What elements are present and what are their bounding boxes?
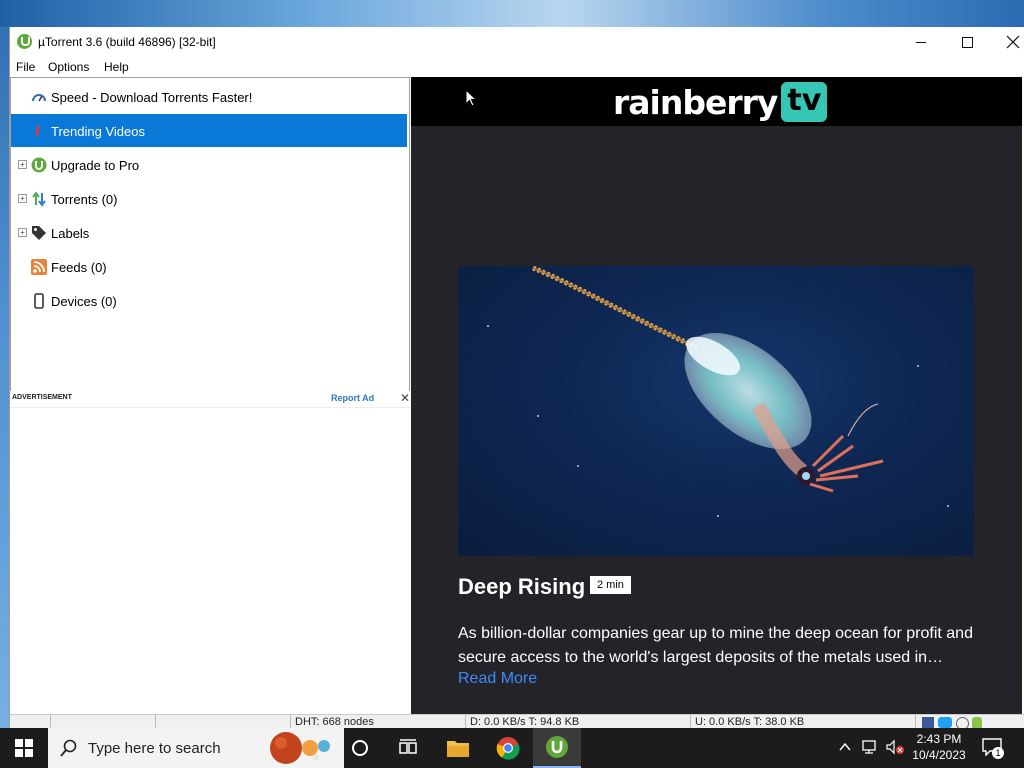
expand-icon[interactable]: + bbox=[18, 228, 27, 237]
status-divider bbox=[690, 715, 691, 729]
video-thumbnail[interactable] bbox=[458, 266, 974, 556]
report-ad-link[interactable]: Report Ad bbox=[331, 393, 374, 403]
sidebar-item-devices[interactable]: Devices (0) bbox=[11, 284, 407, 317]
maximize-icon bbox=[961, 36, 973, 48]
utorrent-taskbar-button[interactable] bbox=[533, 728, 581, 768]
sidebar-item-label: Speed - Download Torrents Faster! bbox=[51, 90, 253, 105]
expand-icon[interactable]: + bbox=[18, 194, 27, 203]
status-divider bbox=[290, 715, 291, 729]
network-glyph bbox=[862, 740, 876, 754]
utorrent-window: µTorrent 3.6 (build 46896) [32-bit] File… bbox=[9, 27, 1024, 729]
chrome-icon bbox=[496, 737, 520, 760]
clock-time: 2:43 PM bbox=[916, 732, 962, 746]
brand-word: rainberry bbox=[613, 82, 778, 122]
utorrent-icon bbox=[546, 736, 568, 758]
mouse-cursor-icon bbox=[465, 89, 477, 107]
ad-area bbox=[10, 408, 410, 713]
window-title: µTorrent 3.6 (build 46896) [32-bit] bbox=[38, 35, 216, 49]
start-button[interactable] bbox=[0, 728, 48, 768]
clock[interactable]: 2:43 PM 10/4/2023 bbox=[908, 731, 970, 763]
cortana-button[interactable] bbox=[336, 728, 384, 768]
notification-count: 1 bbox=[992, 747, 1004, 759]
chrome-button[interactable] bbox=[484, 728, 532, 768]
rss-icon bbox=[31, 259, 47, 275]
task-view-button[interactable] bbox=[384, 728, 432, 768]
ad-close-button[interactable]: ✕ bbox=[400, 391, 410, 405]
sidebar-item-label: Torrents (0) bbox=[51, 192, 118, 207]
speedometer-icon bbox=[32, 94, 46, 102]
menu-options[interactable]: Options bbox=[48, 60, 89, 74]
flame-icon bbox=[35, 124, 40, 138]
video-title[interactable]: Deep Rising bbox=[458, 574, 585, 600]
maximize-button[interactable] bbox=[944, 27, 990, 57]
sidebar-item-upgrade[interactable]: + Upgrade to Pro bbox=[11, 148, 407, 181]
volume-glyph bbox=[886, 739, 904, 755]
read-more-link[interactable]: Read More bbox=[458, 670, 537, 688]
close-button[interactable] bbox=[990, 27, 1024, 57]
utorrent-icon bbox=[17, 34, 32, 49]
status-dht: DHT: 668 nodes bbox=[295, 716, 374, 728]
cortana-icon bbox=[352, 740, 368, 756]
video-description: As billion-dollar companies gear up to m… bbox=[458, 625, 973, 666]
utorrent-icon bbox=[31, 157, 47, 173]
folder-icon bbox=[447, 741, 469, 757]
ad-label: ADVERTISEMENT bbox=[12, 394, 72, 401]
close-icon bbox=[1006, 35, 1020, 49]
rainberry-logo: rainberry tv bbox=[613, 82, 828, 122]
desktop-background bbox=[0, 0, 1024, 27]
facebook-icon[interactable] bbox=[922, 717, 934, 728]
status-bar: DHT: 668 nodes D: 0.0 KB/s T: 94.8 KB U:… bbox=[10, 714, 1024, 729]
sidebar-item-speed[interactable]: Speed - Download Torrents Faster! bbox=[11, 80, 407, 113]
file-explorer-button[interactable] bbox=[434, 728, 482, 768]
sidebar-item-label: Devices (0) bbox=[51, 294, 117, 309]
status-download: D: 0.0 KB/s T: 94.8 KB bbox=[470, 716, 580, 728]
sidebar-item-label: Upgrade to Pro bbox=[51, 158, 140, 173]
status-divider bbox=[465, 715, 466, 729]
status-divider bbox=[915, 715, 916, 729]
duration-badge: 2 min bbox=[590, 576, 631, 594]
updown-arrows-icon bbox=[32, 191, 46, 207]
clock-date: 10/4/2023 bbox=[912, 748, 966, 762]
twitter-icon[interactable] bbox=[938, 717, 952, 728]
phone-icon bbox=[34, 293, 44, 309]
sidebar-item-trending-videos[interactable]: Trending Videos bbox=[11, 114, 407, 147]
network-icon[interactable] bbox=[862, 739, 880, 758]
menu-file[interactable]: File bbox=[16, 60, 35, 74]
search-input[interactable]: Type here to search bbox=[48, 728, 344, 768]
minimize-icon bbox=[916, 41, 926, 43]
sidebar-item-labels[interactable]: + Labels bbox=[11, 216, 407, 249]
ad-header: ADVERTISEMENT Report Ad ✕ bbox=[10, 391, 410, 408]
content-header: rainberry tv bbox=[411, 77, 1022, 126]
status-upload: U: 0.0 KB/s T: 38.0 KB bbox=[695, 716, 805, 728]
chevron-up-icon[interactable] bbox=[838, 740, 852, 757]
trending-videos-panel: rainberry tv Deep Rising 2 min As billio… bbox=[411, 77, 1022, 714]
squid-image bbox=[487, 266, 949, 517]
task-view-icon bbox=[399, 739, 417, 754]
search-icon bbox=[60, 739, 77, 757]
sidebar-item-torrents[interactable]: + Torrents (0) bbox=[11, 182, 407, 215]
status-divider bbox=[50, 715, 51, 729]
search-placeholder: Type here to search bbox=[88, 740, 221, 757]
tag-icon bbox=[32, 226, 46, 240]
volume-muted-icon[interactable] bbox=[885, 739, 905, 758]
sidebar: Speed - Download Torrents Faster! Trendi… bbox=[10, 77, 410, 392]
notification-center-button[interactable]: 1 bbox=[982, 738, 1004, 759]
windows-icon bbox=[15, 739, 33, 757]
sidebar-item-label: Feeds (0) bbox=[51, 260, 107, 275]
minimize-button[interactable] bbox=[898, 27, 944, 57]
sidebar-item-label: Labels bbox=[51, 226, 90, 241]
status-divider bbox=[155, 715, 156, 729]
sidebar-item-label: Trending Videos bbox=[51, 124, 145, 139]
taskbar: Type here to search 2:43 PM 10/4/2023 1 bbox=[0, 728, 1024, 768]
expand-icon[interactable]: + bbox=[18, 160, 27, 169]
menu-help[interactable]: Help bbox=[104, 60, 129, 74]
search-highlight-icon bbox=[270, 732, 330, 764]
title-bar[interactable]: µTorrent 3.6 (build 46896) [32-bit] bbox=[10, 27, 1024, 57]
brand-tv-badge: tv bbox=[781, 82, 828, 122]
android-icon[interactable] bbox=[972, 717, 982, 728]
chevron-up-glyph bbox=[839, 742, 851, 751]
sidebar-item-feeds[interactable]: Feeds (0) bbox=[11, 250, 407, 283]
menu-bar: File Options Help bbox=[10, 57, 1024, 77]
